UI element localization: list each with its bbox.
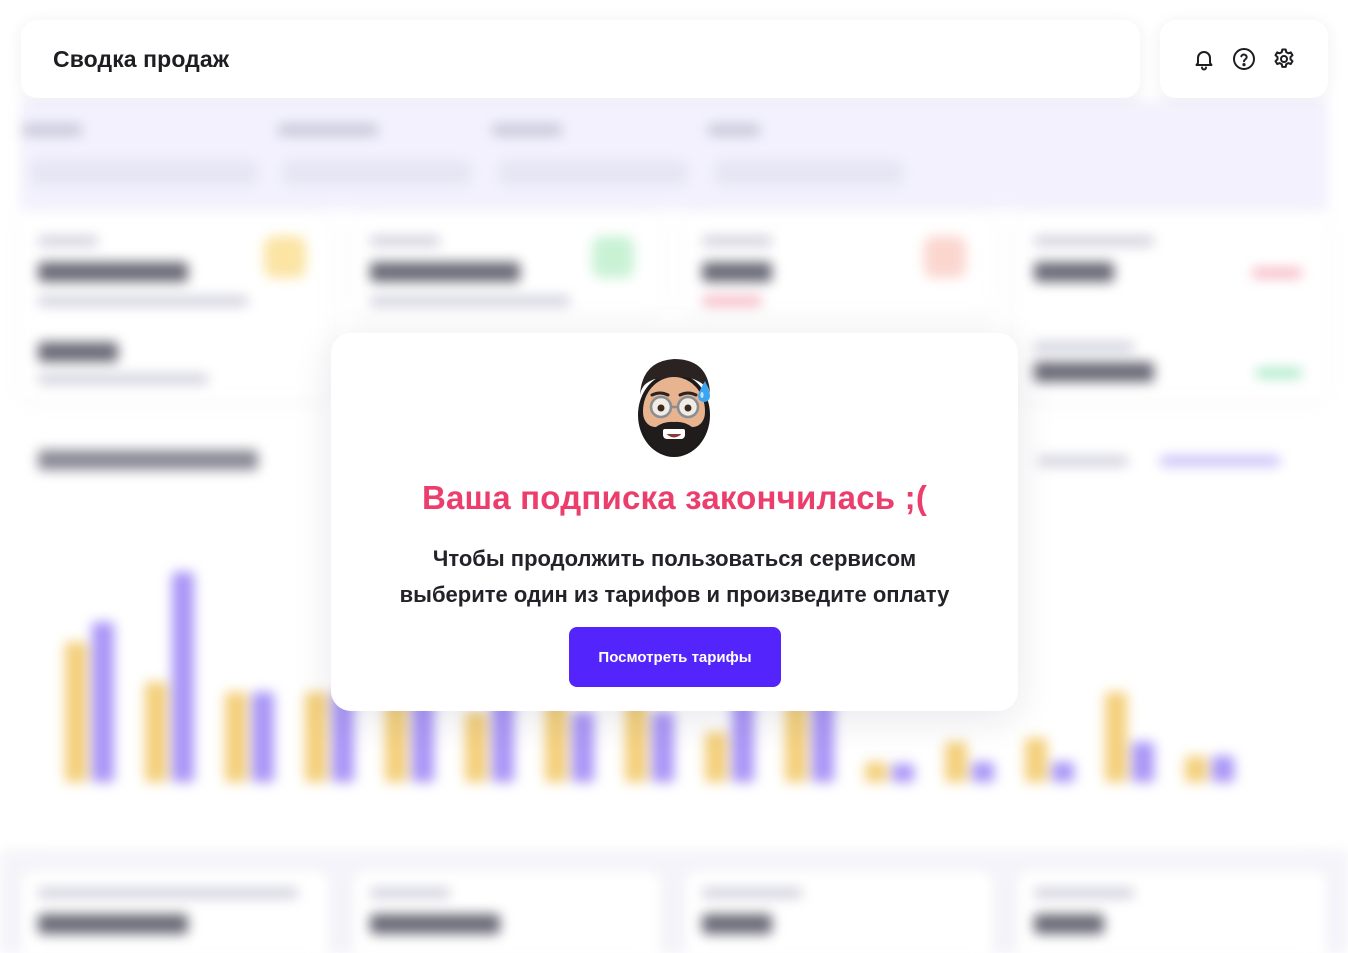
kpi-card <box>20 214 330 400</box>
gear-icon[interactable] <box>1272 47 1296 71</box>
memoji-sweat-avatar-icon <box>632 355 722 459</box>
modal-description-line-1: Чтобы продолжить пользоваться сервисом <box>432 546 917 571</box>
kpi-card <box>684 214 994 314</box>
subscription-expired-modal: Ваша подписка закончилась ;( Чтобы продо… <box>331 333 1018 711</box>
help-icon[interactable] <box>1232 47 1256 71</box>
modal-title: Ваша подписка закончилась ;( <box>421 479 928 516</box>
kpi-card <box>1016 214 1328 400</box>
bottom-kpi-row <box>0 850 1348 953</box>
header-bar: Сводка продаж <box>21 20 1140 98</box>
modal-description: Чтобы продолжить пользоваться сервисом в… <box>331 541 1018 613</box>
kpi-card <box>352 214 662 314</box>
page-title: Сводка продаж <box>53 45 230 72</box>
header-actions <box>1160 20 1328 98</box>
filter-bar <box>20 100 1328 210</box>
bell-icon[interactable] <box>1192 47 1216 71</box>
view-plans-button[interactable]: Посмотреть тарифы <box>569 627 781 687</box>
modal-description-line-2: выберите один из тарифов и произведите о… <box>399 582 950 607</box>
